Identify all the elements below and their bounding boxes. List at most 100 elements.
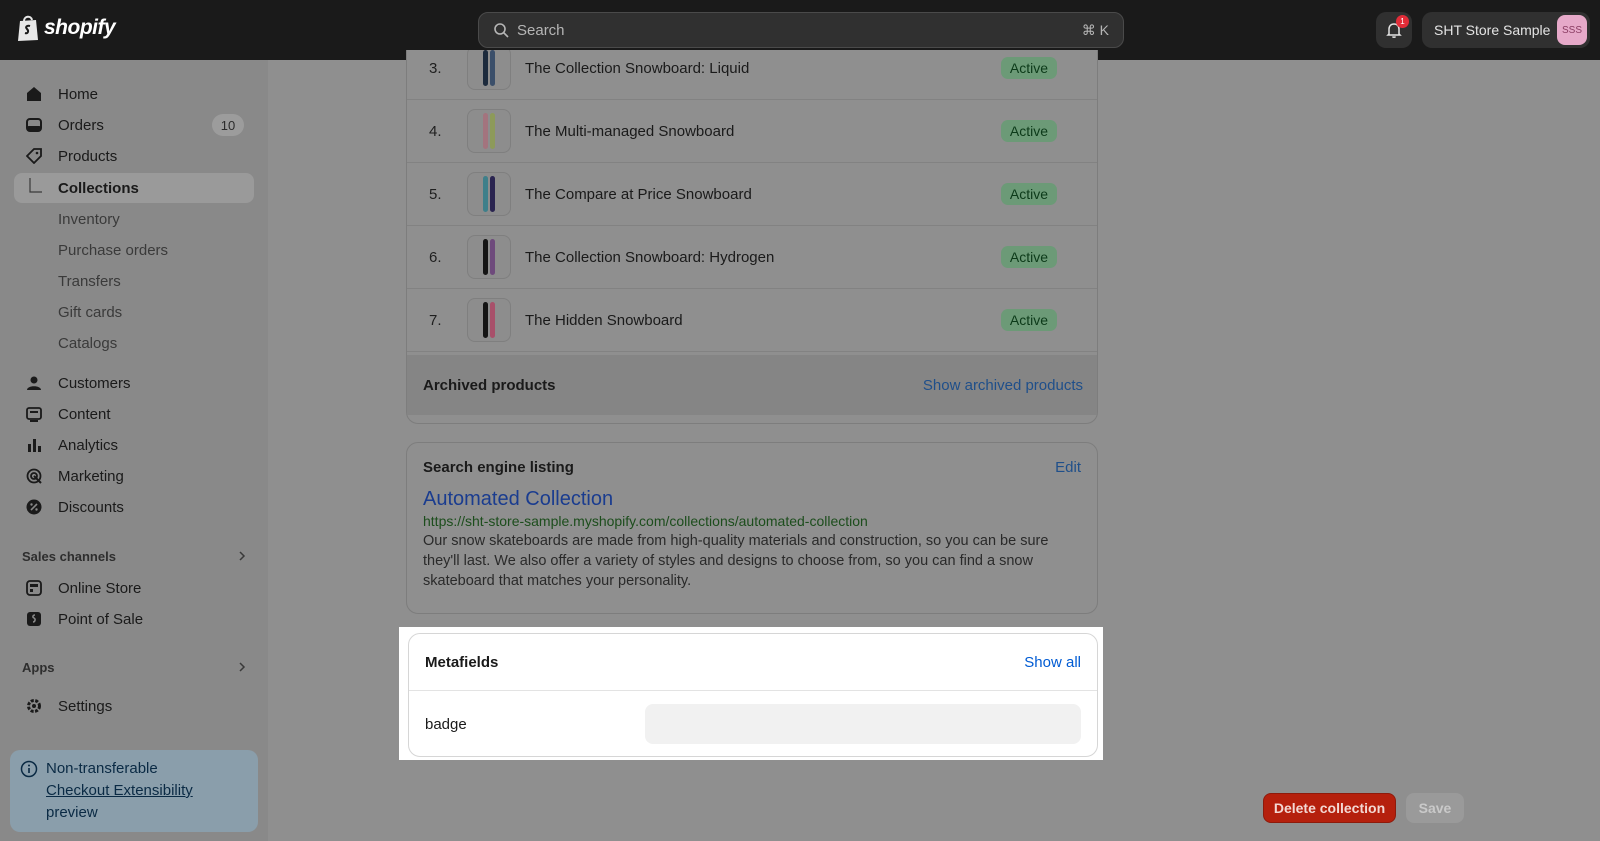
sidebar-item-inventory[interactable]: Inventory xyxy=(14,204,254,234)
seo-heading: Search engine listing xyxy=(423,459,574,476)
sidebar-item-point-of-sale[interactable]: Point of Sale xyxy=(14,604,254,634)
product-thumbnail xyxy=(467,109,511,153)
status-badge: Active xyxy=(1000,57,1057,79)
metafields-heading: Metafields xyxy=(425,653,499,671)
sidebar-item-label: Inventory xyxy=(58,210,120,228)
target-icon xyxy=(24,466,44,486)
discount-icon xyxy=(24,497,44,517)
checkout-extensibility-notice: Non-transferable Checkout Extensibility … xyxy=(10,750,258,832)
search-bar[interactable]: Search ⌘ K xyxy=(478,12,1124,48)
seo-description: Our snow skateboards are made from high-… xyxy=(423,533,1049,589)
sidebar-item-gift-cards[interactable]: Gift cards xyxy=(14,297,254,327)
gear-icon xyxy=(24,696,44,716)
sidebar-item-discounts[interactable]: Discounts xyxy=(14,492,254,522)
show-archived-products-link[interactable]: Show archived products xyxy=(923,377,1083,394)
sidebar-item-content[interactable]: Content xyxy=(14,399,254,429)
notification-badge: 1 xyxy=(1396,15,1409,28)
product-row[interactable]: 3. The Collection Snowboard: Liquid Acti… xyxy=(407,50,1097,100)
product-row[interactable]: 6. The Collection Snowboard: Hydrogen Ac… xyxy=(407,226,1097,289)
badge-metafield-input[interactable] xyxy=(645,704,1081,744)
section-label: Sales channels xyxy=(22,548,116,564)
product-name[interactable]: The Collection Snowboard: Hydrogen xyxy=(525,249,1001,266)
collection-products-card: 3. The Collection Snowboard: Liquid Acti… xyxy=(406,50,1098,424)
seo-edit-link[interactable]: Edit xyxy=(1055,459,1081,476)
status-badge: Active xyxy=(1000,309,1057,331)
seo-url: https://sht-store-sample.myshopify.com/c… xyxy=(423,513,868,529)
sidebar-item-label: Catalogs xyxy=(58,334,118,352)
sidebar-item-label: Purchase orders xyxy=(58,241,169,259)
metafield-label: badge xyxy=(425,715,467,733)
sidebar-item-label: Gift cards xyxy=(58,303,123,321)
sidebar-item-label: Online Store xyxy=(58,579,142,597)
metafield-row: badge xyxy=(409,691,1097,756)
content-icon xyxy=(24,404,44,424)
sidebar-item-settings[interactable]: Settings xyxy=(14,691,254,721)
tag-icon xyxy=(24,146,44,166)
product-name[interactable]: The Multi-managed Snowboard xyxy=(525,123,1001,140)
product-row[interactable]: 5. The Compare at Price Snowboard Active xyxy=(407,163,1097,226)
product-name[interactable]: The Collection Snowboard: Liquid xyxy=(525,60,1001,77)
sidebar-item-online-store[interactable]: Online Store xyxy=(14,573,254,603)
sidebar-item-purchase-orders[interactable]: Purchase orders xyxy=(14,235,254,265)
chevron-right-icon xyxy=(239,662,246,672)
sidebar-item-label: Home xyxy=(58,85,99,103)
shopify-logo[interactable]: shopify xyxy=(16,14,116,42)
sidebar-item-analytics[interactable]: Analytics xyxy=(14,430,254,460)
product-index: 7. xyxy=(429,311,442,329)
product-row[interactable]: 7. The Hidden Snowboard Active xyxy=(407,289,1097,352)
apps-header[interactable]: Apps xyxy=(22,657,248,677)
metafields-card: Metafields Show all badge xyxy=(408,633,1098,757)
orders-count-badge: 10 xyxy=(212,114,244,136)
store-name: SHT Store Sample xyxy=(1434,22,1551,38)
seo-title: Automated Collection xyxy=(423,488,614,510)
delete-collection-button[interactable]: Delete collection xyxy=(1263,793,1396,823)
archived-products-row: Archived products Show archived products xyxy=(407,355,1097,415)
notice-text: Non-transferable xyxy=(46,760,158,777)
sidebar-item-transfers[interactable]: Transfers xyxy=(14,266,254,296)
show-all-metafields-link[interactable]: Show all xyxy=(1024,654,1081,671)
product-name[interactable]: The Compare at Price Snowboard xyxy=(525,186,1001,203)
sidebar-item-label: Customers xyxy=(58,374,131,392)
sidebar-item-label: Discounts xyxy=(58,498,124,516)
product-row[interactable]: 4. The Multi-managed Snowboard Active xyxy=(407,100,1097,163)
sidebar-item-label: Marketing xyxy=(58,467,124,485)
info-icon xyxy=(20,760,38,778)
product-thumbnail xyxy=(467,172,511,216)
notifications-button[interactable]: 1 xyxy=(1376,12,1412,48)
status-badge: Active xyxy=(1000,120,1057,142)
sidebar-item-products[interactable]: Products xyxy=(14,141,254,171)
sidebar-item-label: Products xyxy=(58,147,118,165)
save-button[interactable]: Save xyxy=(1406,793,1464,823)
sidebar-item-orders[interactable]: Orders 10 xyxy=(14,110,254,140)
product-thumbnail xyxy=(467,50,511,90)
sidebar-item-label: Transfers xyxy=(58,272,121,290)
logo-text: shopify xyxy=(44,16,116,39)
sidebar-item-label: Content xyxy=(58,405,111,423)
pos-icon xyxy=(24,609,44,629)
chevron-right-icon xyxy=(239,551,246,561)
store-menu-button[interactable]: SHT Store Sample SSS xyxy=(1422,12,1590,48)
notice-text: preview xyxy=(46,804,98,821)
sidebar-item-label: Point of Sale xyxy=(58,610,144,628)
product-name[interactable]: The Hidden Snowboard xyxy=(525,312,1001,329)
sidebar-item-catalogs[interactable]: Catalogs xyxy=(14,328,254,358)
search-placeholder: Search xyxy=(517,21,565,39)
status-badge: Active xyxy=(1000,183,1057,205)
product-index: 3. xyxy=(429,59,442,77)
status-badge: Active xyxy=(1000,246,1057,268)
product-index: 4. xyxy=(429,122,442,140)
checkout-extensibility-link[interactable]: Checkout Extensibility xyxy=(46,780,193,802)
store-avatar: SSS xyxy=(1557,15,1587,45)
bar-chart-icon xyxy=(24,435,44,455)
sidebar: Home Orders 10 Products Collections Inve… xyxy=(0,60,268,841)
section-label: Apps xyxy=(22,659,55,675)
product-thumbnail xyxy=(467,235,511,279)
product-thumbnail xyxy=(467,298,511,342)
sidebar-item-marketing[interactable]: Marketing xyxy=(14,461,254,491)
sales-channels-header[interactable]: Sales channels xyxy=(22,546,248,566)
sidebar-item-home[interactable]: Home xyxy=(14,79,254,109)
sidebar-item-label: Settings xyxy=(58,697,113,715)
sidebar-item-collections[interactable]: Collections xyxy=(14,173,254,203)
sidebar-item-customers[interactable]: Customers xyxy=(14,368,254,398)
search-icon xyxy=(494,23,509,38)
